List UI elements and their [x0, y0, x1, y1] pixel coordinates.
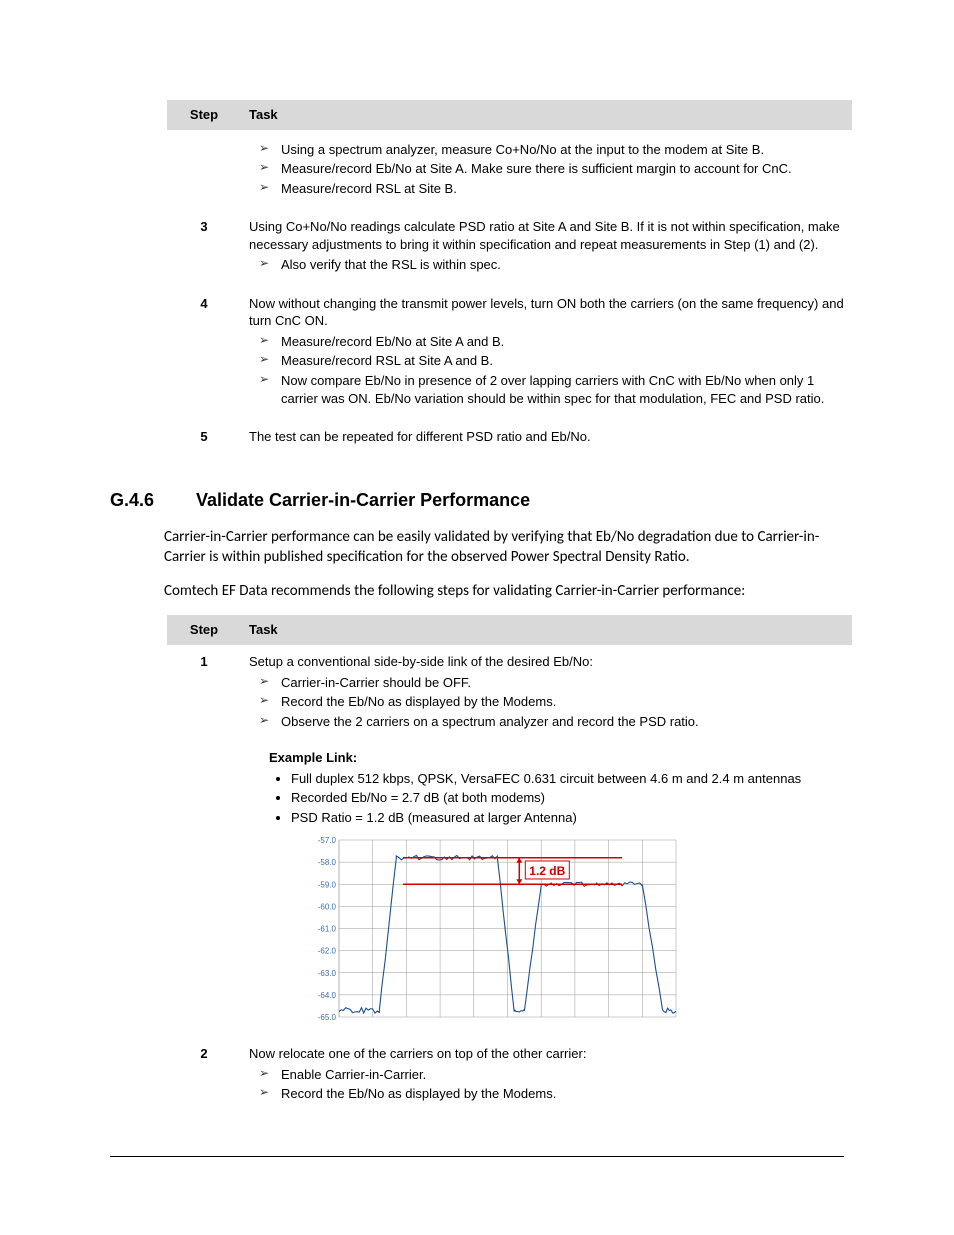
svg-text:-64.0: -64.0: [318, 991, 337, 1000]
table-row: 4 Now without changing the transmit powe…: [167, 287, 852, 420]
table-row: Using a spectrum analyzer, measure Co+No…: [167, 130, 852, 211]
task-text: The test can be repeated for different P…: [249, 429, 591, 444]
task-text: Now relocate one of the carriers on top …: [249, 1046, 586, 1061]
list-item: Enable Carrier-in-Carrier.: [281, 1065, 844, 1085]
list-item: Carrier-in-Carrier should be OFF.: [281, 673, 844, 693]
list-item: PSD Ratio = 1.2 dB (measured at larger A…: [291, 808, 844, 828]
step-num: 1: [167, 645, 237, 1037]
list-item: Full duplex 512 kbps, QPSK, VersaFEC 0.6…: [291, 769, 844, 789]
arrow-list: Measure/record Eb/No at Site A and B. Me…: [249, 332, 844, 408]
svg-text:-63.0: -63.0: [318, 969, 337, 978]
col-header-step: Step: [167, 615, 237, 645]
section-number: G.4.6: [110, 490, 196, 511]
col-header-step: Step: [167, 100, 237, 130]
list-item: Now compare Eb/No in presence of 2 over …: [281, 371, 844, 408]
list-item: Measure/record RSL at Site A and B.: [281, 351, 844, 371]
procedure-table-2: Step Task 1 Setup a conventional side-by…: [167, 615, 852, 1116]
list-item: Observe the 2 carriers on a spectrum ana…: [281, 712, 844, 732]
task-text: Using Co+No/No readings calculate PSD ra…: [249, 219, 840, 252]
table-row: 1 Setup a conventional side-by-side link…: [167, 645, 852, 1037]
section-heading: G.4.6 Validate Carrier-in-Carrier Perfor…: [110, 490, 844, 511]
footer-rule: [110, 1156, 844, 1157]
bullet-list: Full duplex 512 kbps, QPSK, VersaFEC 0.6…: [249, 769, 844, 828]
task-text: Now without changing the transmit power …: [249, 296, 844, 329]
step-num: 5: [167, 420, 237, 458]
svg-text:1.2 dB: 1.2 dB: [529, 864, 565, 878]
paragraph: Carrier-in-Carrier performance can be ea…: [164, 527, 844, 568]
table-row: 5 The test can be repeated for different…: [167, 420, 852, 458]
list-item: Also verify that the RSL is within spec.: [281, 255, 844, 275]
list-item: Measure/record Eb/No at Site A and B.: [281, 332, 844, 352]
table-row: 2 Now relocate one of the carriers on to…: [167, 1037, 852, 1116]
svg-text:-57.0: -57.0: [318, 836, 337, 845]
task-text: Setup a conventional side-by-side link o…: [249, 654, 593, 669]
step-num: 4: [167, 287, 237, 420]
example-link-label: Example Link:: [269, 749, 844, 767]
section-title: Validate Carrier-in-Carrier Performance: [196, 490, 530, 511]
list-item: Measure/record RSL at Site B.: [281, 179, 844, 199]
col-header-task: Task: [237, 100, 852, 130]
step-num: 3: [167, 210, 237, 287]
list-item: Record the Eb/No as displayed by the Mod…: [281, 692, 844, 712]
svg-text:-65.0: -65.0: [318, 1013, 337, 1022]
arrow-list: Carrier-in-Carrier should be OFF. Record…: [249, 673, 844, 732]
chart-svg: -57.0 -58.0 -59.0 -60.0 -61.0 -62.0 -63.0 -64.0…: [311, 835, 681, 1025]
arrow-list: Using a spectrum analyzer, measure Co+No…: [249, 140, 844, 199]
svg-text:-58.0: -58.0: [318, 858, 337, 867]
svg-text:-59.0: -59.0: [318, 881, 337, 890]
step-num: 2: [167, 1037, 237, 1116]
arrow-list: Also verify that the RSL is within spec.: [249, 255, 844, 275]
procedure-table-1: Step Task Using a spectrum analyzer, mea…: [167, 100, 852, 458]
paragraph: Comtech EF Data recommends the following…: [164, 581, 844, 601]
psd-spectrum-chart: -57.0 -58.0 -59.0 -60.0 -61.0 -62.0 -63.0 -64.0…: [311, 835, 844, 1025]
col-header-task: Task: [237, 615, 852, 645]
arrow-list: Enable Carrier-in-Carrier. Record the Eb…: [249, 1065, 844, 1104]
list-item: Record the Eb/No as displayed by the Mod…: [281, 1084, 844, 1104]
svg-text:-61.0: -61.0: [318, 925, 337, 934]
list-item: Using a spectrum analyzer, measure Co+No…: [281, 140, 844, 160]
svg-text:-60.0: -60.0: [318, 903, 337, 912]
svg-text:-62.0: -62.0: [318, 947, 337, 956]
list-item: Measure/record Eb/No at Site A. Make sur…: [281, 159, 844, 179]
list-item: Recorded Eb/No = 2.7 dB (at both modems): [291, 788, 844, 808]
table-row: 3 Using Co+No/No readings calculate PSD …: [167, 210, 852, 287]
